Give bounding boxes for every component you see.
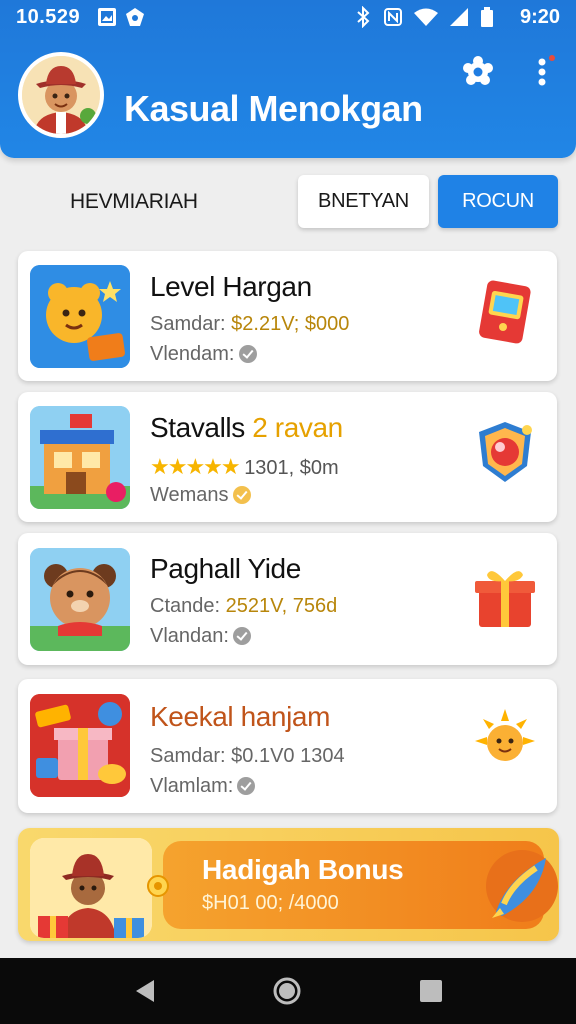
explorer-with-gifts-icon — [30, 838, 152, 938]
game-title: Level Hargan — [150, 271, 312, 302]
stat-label: Samdar: — [150, 313, 226, 335]
app-notification-icon — [126, 8, 144, 26]
sun-mascot-icon[interactable] — [469, 705, 541, 777]
game-title-main: Stavalls — [150, 412, 245, 443]
status-time-left: 10.529 — [16, 6, 81, 28]
back-icon[interactable] — [130, 976, 160, 1006]
app-title: Kasual Menokgan — [124, 88, 423, 129]
verified-check-icon — [232, 627, 251, 645]
shop-building-icon — [30, 406, 130, 509]
status-label: Vlamlam: — [150, 775, 234, 797]
status-time-right: 9:20 — [519, 6, 560, 28]
arcade-machine-icon[interactable] — [469, 275, 541, 347]
app-bar: 10.529 9:20 Kasual Menokgan — [0, 0, 576, 158]
game-thumbnail — [30, 265, 130, 368]
verified-check-icon — [238, 345, 257, 363]
bonus-subtitle: $H01 00; /4000 — [202, 892, 339, 914]
game-stats: Ctande: 2521V, 756d — [150, 595, 337, 618]
game-stats: Samdar: $0.1V0 1304 — [150, 745, 345, 768]
status-label: Vlendam: — [150, 343, 235, 365]
bluetooth-icon — [357, 6, 370, 28]
shield-badge-icon[interactable] — [469, 416, 541, 488]
wifi-icon — [414, 8, 438, 26]
game-card-keekal-hanjam[interactable]: Keekal hanjam Samdar: $0.1V0 1304 Vlamla… — [18, 679, 557, 813]
explorer-avatar-icon — [22, 56, 100, 134]
game-card-stavalls[interactable]: Stavalls 2 ravan ★★★★★ 1301, $0m Wemans — [18, 392, 557, 522]
bonus-avatar — [30, 838, 152, 938]
battery-icon — [481, 7, 493, 27]
profile-avatar[interactable] — [18, 52, 104, 138]
gift-rewards-icon — [30, 694, 130, 797]
rocket-icon — [486, 850, 558, 922]
game-status: Vlandan: — [150, 625, 251, 648]
tab-rocun[interactable]: ROCUN — [438, 175, 558, 228]
cheese-mascot-icon — [30, 265, 130, 368]
recents-icon[interactable] — [416, 976, 446, 1006]
game-status: Vlendam: — [150, 343, 257, 366]
game-title: Keekal hanjam — [150, 701, 331, 732]
system-nav-bar — [0, 958, 576, 1024]
stat-label: Ctande: — [150, 595, 221, 617]
game-title: Paghall Yide — [150, 553, 301, 584]
status-bar: 10.529 9:20 — [0, 0, 576, 34]
coin-icon — [147, 875, 169, 897]
tab-static-label[interactable]: HEVMIARIAH — [70, 190, 198, 214]
game-title-accent: 2 ravan — [252, 412, 343, 443]
stat-label: Samdar: — [150, 745, 226, 767]
gift-box-icon[interactable] — [469, 561, 541, 633]
bear-character-icon — [30, 548, 130, 651]
rating-text: 1301, $0m — [244, 457, 339, 479]
game-status: Vlamlam: — [150, 775, 256, 798]
game-status: Wemans — [150, 484, 251, 507]
home-icon[interactable] — [272, 976, 302, 1006]
game-card-level-hargan[interactable]: Level Hargan Samdar: $2.21V; $000 Vlenda… — [18, 251, 557, 381]
game-thumbnail — [30, 406, 130, 509]
game-thumbnail — [30, 548, 130, 651]
status-label: Vlandan: — [150, 625, 229, 647]
stat-value: $0.1V0 1304 — [231, 745, 345, 767]
signal-icon — [450, 8, 468, 26]
game-card-paghall-yide[interactable]: Paghall Yide Ctande: 2521V, 756d Vlandan… — [18, 533, 557, 665]
bonus-banner[interactable]: Hadigah Bonus $H01 00; /4000 — [18, 828, 559, 941]
bonus-title: Hadigah Bonus — [202, 854, 404, 885]
nfc-icon — [384, 8, 402, 26]
stat-value: $2.21V; $000 — [231, 313, 350, 335]
game-title: Stavalls 2 ravan — [150, 412, 343, 444]
tab-bnetyan[interactable]: BNETYAN — [298, 175, 429, 228]
star-rating-icon: ★★★★★ — [150, 454, 241, 479]
game-rating: ★★★★★ 1301, $0m — [150, 454, 339, 480]
game-stats: Samdar: $2.21V; $000 — [150, 313, 349, 336]
gallery-icon — [98, 8, 116, 26]
more-options-icon[interactable] — [526, 54, 558, 90]
game-thumbnail — [30, 694, 130, 797]
verified-check-icon — [237, 777, 256, 795]
status-label: Wemans — [150, 484, 229, 506]
settings-gear-icon[interactable] — [460, 54, 496, 90]
verified-check-icon — [232, 486, 251, 504]
stat-value: 2521V, 756d — [225, 595, 338, 617]
